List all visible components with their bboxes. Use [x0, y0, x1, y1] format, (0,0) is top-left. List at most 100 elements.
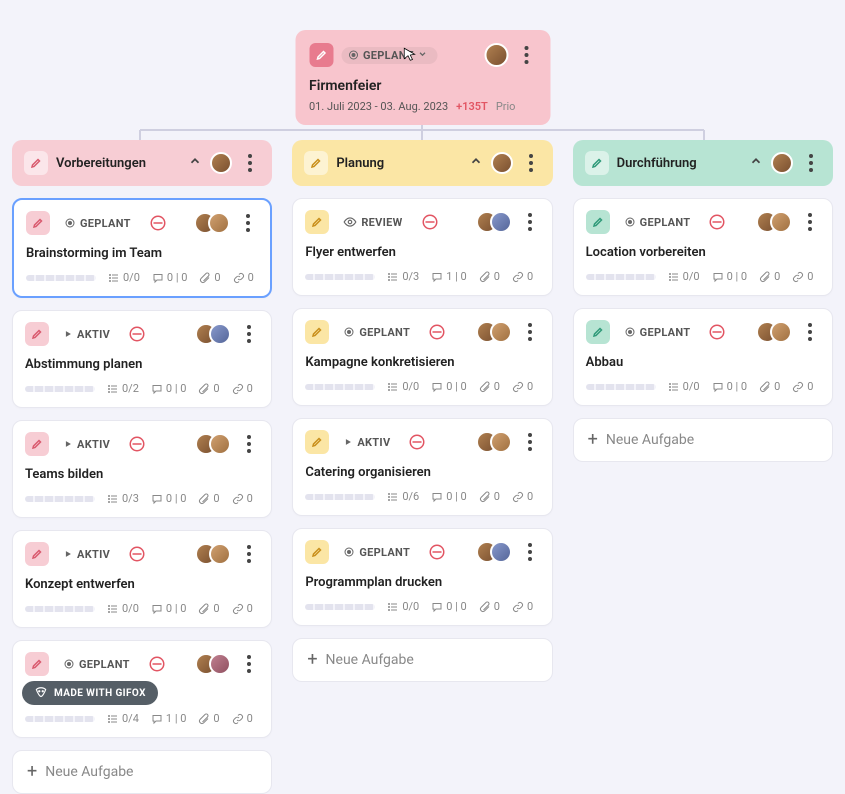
- avatar-stack[interactable]: [195, 433, 231, 455]
- task-card[interactable]: REVIEW Flyer entwerfen 0/3 1 | 0 0 0: [292, 198, 552, 296]
- block-icon[interactable]: [708, 323, 726, 341]
- avatar-stack[interactable]: [195, 653, 231, 675]
- column-header[interactable]: Durchführung: [573, 140, 833, 186]
- status-chip[interactable]: GEPLANT: [341, 47, 438, 64]
- task-card[interactable]: AKTIV Catering organisieren 0/6 0 | 0 0 …: [292, 418, 552, 516]
- edit-icon[interactable]: [585, 151, 609, 175]
- avatar[interactable]: [209, 653, 231, 675]
- status-chip[interactable]: GEPLANT: [58, 215, 141, 232]
- kebab-menu[interactable]: [800, 209, 820, 235]
- block-icon[interactable]: [428, 323, 446, 341]
- edit-icon[interactable]: [586, 210, 610, 234]
- task-card[interactable]: GEPLANT Location vorbereiten 0/0 0 | 0 0…: [573, 198, 833, 296]
- kebab-menu[interactable]: [801, 150, 821, 176]
- kebab-menu[interactable]: [520, 209, 540, 235]
- status-chip[interactable]: GEPLANT: [57, 656, 140, 673]
- edit-icon[interactable]: [305, 210, 329, 234]
- column-header[interactable]: Planung: [292, 140, 552, 186]
- play-icon: [63, 329, 73, 339]
- avatar[interactable]: [770, 321, 792, 343]
- add-task-button[interactable]: + Neue Aufgabe: [12, 750, 272, 794]
- task-card[interactable]: AKTIV Teams bilden 0/3 0 | 0 0 0: [12, 420, 272, 518]
- avatar-stack[interactable]: [476, 541, 512, 563]
- avatar[interactable]: [208, 212, 230, 234]
- status-chip[interactable]: REVIEW: [337, 213, 412, 231]
- add-task-button[interactable]: + Neue Aufgabe: [292, 638, 552, 682]
- kebab-menu[interactable]: [239, 321, 259, 347]
- task-card[interactable]: GEPLANT Programmplan drucken 0/0 0 | 0 0…: [292, 528, 552, 626]
- collapse-icon[interactable]: [749, 154, 763, 172]
- avatar[interactable]: [484, 43, 508, 67]
- kebab-menu[interactable]: [516, 42, 536, 68]
- status-chip[interactable]: AKTIV: [57, 326, 120, 343]
- status-chip[interactable]: GEPLANT: [618, 214, 701, 231]
- edit-icon[interactable]: [26, 211, 50, 235]
- task-card[interactable]: AKTIV Abstimmung planen 0/2 0 | 0 0 0: [12, 310, 272, 408]
- block-icon[interactable]: [128, 545, 146, 563]
- task-title: Teams bilden: [25, 467, 259, 482]
- avatar[interactable]: [490, 321, 512, 343]
- avatar[interactable]: [209, 323, 231, 345]
- task-card[interactable]: GEPLANT Abbau 0/0 0 | 0 0 0: [573, 308, 833, 406]
- kebab-menu[interactable]: [520, 539, 540, 565]
- edit-icon[interactable]: [586, 320, 610, 344]
- block-icon[interactable]: [708, 213, 726, 231]
- task-card[interactable]: GEPLANT Brainstorming im Team 0/0 0 | 0 …: [12, 198, 272, 298]
- avatar[interactable]: [490, 541, 512, 563]
- avatar[interactable]: [490, 211, 512, 233]
- status-chip[interactable]: AKTIV: [337, 434, 400, 451]
- block-icon[interactable]: [149, 214, 167, 232]
- collapse-icon[interactable]: [469, 154, 483, 172]
- avatar-stack[interactable]: [756, 321, 792, 343]
- add-task-button[interactable]: + Neue Aufgabe: [573, 418, 833, 462]
- avatar[interactable]: [210, 152, 232, 174]
- avatar[interactable]: [490, 431, 512, 453]
- kebab-menu[interactable]: [800, 319, 820, 345]
- status-chip[interactable]: GEPLANT: [618, 324, 701, 341]
- avatar-stack[interactable]: [476, 431, 512, 453]
- column-header[interactable]: Vorbereitungen: [12, 140, 272, 186]
- block-icon[interactable]: [128, 435, 146, 453]
- edit-icon[interactable]: [25, 432, 49, 456]
- kebab-menu[interactable]: [239, 431, 259, 457]
- kebab-menu[interactable]: [239, 651, 259, 677]
- block-icon[interactable]: [148, 655, 166, 673]
- collapse-icon[interactable]: [188, 154, 202, 172]
- status-chip[interactable]: GEPLANT: [337, 324, 420, 341]
- edit-icon[interactable]: [304, 151, 328, 175]
- task-card[interactable]: AKTIV Konzept entwerfen 0/0 0 | 0 0 0: [12, 530, 272, 628]
- edit-icon[interactable]: [25, 542, 49, 566]
- avatar[interactable]: [771, 152, 793, 174]
- kebab-menu[interactable]: [521, 150, 541, 176]
- avatar-stack[interactable]: [476, 211, 512, 233]
- block-icon[interactable]: [408, 433, 426, 451]
- block-icon[interactable]: [421, 213, 439, 231]
- status-chip[interactable]: AKTIV: [57, 546, 120, 563]
- kebab-menu[interactable]: [238, 210, 258, 236]
- edit-icon[interactable]: [25, 652, 49, 676]
- kebab-menu[interactable]: [520, 429, 540, 455]
- kebab-menu[interactable]: [239, 541, 259, 567]
- edit-icon[interactable]: [305, 320, 329, 344]
- edit-icon[interactable]: [25, 322, 49, 346]
- avatar[interactable]: [491, 152, 513, 174]
- avatar[interactable]: [209, 433, 231, 455]
- avatar-stack[interactable]: [195, 543, 231, 565]
- edit-icon[interactable]: [305, 540, 329, 564]
- edit-icon[interactable]: [305, 430, 329, 454]
- avatar-stack[interactable]: [756, 211, 792, 233]
- avatar-stack[interactable]: [476, 321, 512, 343]
- kebab-menu[interactable]: [520, 319, 540, 345]
- kebab-menu[interactable]: [240, 150, 260, 176]
- status-chip[interactable]: AKTIV: [57, 436, 120, 453]
- avatar[interactable]: [770, 211, 792, 233]
- avatar-stack[interactable]: [194, 212, 230, 234]
- task-card[interactable]: GEPLANT Kampagne konkretisieren 0/0 0 | …: [292, 308, 552, 406]
- status-chip[interactable]: GEPLANT: [337, 544, 420, 561]
- avatar-stack[interactable]: [195, 323, 231, 345]
- block-icon[interactable]: [128, 325, 146, 343]
- edit-icon[interactable]: [24, 151, 48, 175]
- edit-icon[interactable]: [309, 43, 333, 67]
- block-icon[interactable]: [428, 543, 446, 561]
- avatar[interactable]: [209, 543, 231, 565]
